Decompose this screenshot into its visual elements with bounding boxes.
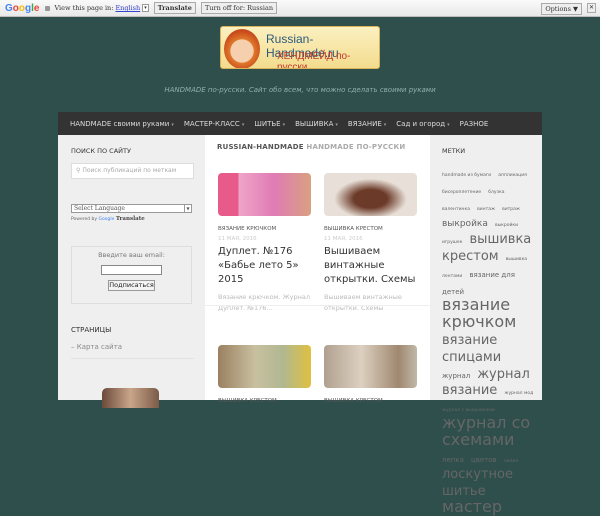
tag-link[interactable]: витраж — [502, 207, 520, 212]
site-tagline: HANDMADE по-русски. Сайт обо всем, что м… — [164, 86, 436, 94]
post-image[interactable] — [218, 345, 311, 388]
tag-link[interactable]: вязание спицами — [442, 333, 501, 365]
email-label: Введите ваш email: — [98, 251, 165, 259]
nav-item[interactable]: HANDMADE своими руками ▾ — [70, 120, 174, 128]
tag-link[interactable]: валентинка — [442, 207, 470, 212]
turn-off-button[interactable]: Turn off for: Russian — [200, 2, 278, 14]
options-button[interactable]: Options ▼ — [541, 3, 582, 15]
left-sidebar: ПОИСК ПО САЙТУ ⚲ Поиск публикаций по мет… — [58, 135, 205, 408]
nav-item-label: HANDMADE своими руками — [70, 119, 170, 128]
tag-link[interactable]: блузка — [488, 190, 504, 195]
chevron-down-icon: ▾ — [335, 121, 338, 128]
chevron-down-icon: ▾ — [447, 121, 450, 128]
doll-illustration — [224, 29, 260, 68]
nav-item[interactable]: ВЫШИВКА ▾ — [295, 120, 338, 128]
post-date: 11 МАЯ, 2016 — [218, 236, 257, 242]
post-category[interactable]: ВЫШИВКА КРЕСТОМ — [218, 398, 311, 404]
nav-item[interactable]: МАСТЕР-КЛАСС ▾ — [184, 120, 244, 128]
google-label: Google — [98, 217, 115, 222]
search-title: ПОИСК ПО САЙТУ — [71, 147, 131, 155]
translate-prompt: View this page in: — [54, 4, 114, 12]
post-category[interactable]: ВЫШИВКА КРЕСТОМ — [324, 398, 417, 404]
nav-item-label: РАЗНОЕ — [459, 119, 489, 128]
chevron-down-icon: ▼ — [184, 205, 191, 212]
chevron-down-icon: ▾ — [171, 121, 174, 128]
translate-button[interactable]: Translate — [153, 2, 196, 14]
post-image[interactable] — [324, 345, 417, 388]
language-dropdown-icon[interactable]: ▾ — [142, 4, 149, 12]
post-title[interactable]: Вышиваем винтажные открытки. Схемы — [324, 245, 417, 287]
nav-item-label: МАСТЕР-КЛАСС — [183, 119, 240, 128]
tag-link[interactable]: вязание крючком — [442, 295, 516, 331]
nav-item-label: ВЯЗАНИЕ — [347, 119, 382, 128]
post-date: 11 МАЯ, 2016 — [324, 236, 363, 242]
nav-item[interactable]: ВЯЗАНИЕ ▾ — [348, 120, 386, 128]
pages-title: СТРАНИЦЫ — [71, 326, 112, 334]
tag-cloud: handmade из бумаги аппликация бисероплет… — [442, 163, 538, 516]
sitemap-link[interactable]: – Карта сайта — [71, 343, 122, 351]
post-card[interactable]: ВЫШИВКА КРЕСТОМ — [218, 345, 311, 404]
language-link[interactable]: English — [115, 4, 140, 12]
search-placeholder: Поиск публикаций по меткам — [82, 167, 177, 174]
nav-item[interactable]: ШИТЬЕ ▾ — [254, 120, 285, 128]
chevron-down-icon: ▾ — [282, 121, 286, 128]
post-card[interactable]: ВЫШИВКА КРЕСТОМ 11 МАЯ, 2016 Вышиваем ви… — [324, 173, 417, 314]
tag-link[interactable]: журнал — [442, 372, 470, 380]
tag-link[interactable]: журнал мод — [504, 391, 533, 396]
tag-link[interactable]: журнал со схемами — [442, 413, 530, 449]
powered-by-label: Powered by — [71, 217, 98, 222]
page-subtitle: HANDMADE ПО-РУССКИ — [306, 143, 406, 151]
main-content: RUSSIAN-HANDMADE HANDMADE ПО-РУССКИ ВЯЗА… — [205, 135, 430, 404]
post-category[interactable]: ВЫШИВКА КРЕСТОМ — [324, 226, 417, 232]
lock-icon — [45, 5, 51, 11]
search-input[interactable]: ⚲ Поиск публикаций по меткам — [71, 163, 194, 179]
divider — [71, 358, 194, 359]
post-image[interactable] — [324, 173, 417, 216]
google-logo: Google — [5, 2, 40, 14]
page-title: RUSSIAN-HANDMADE HANDMADE ПО-РУССКИ — [217, 143, 405, 151]
site-logo[interactable]: Russian-Handmade.ru ХЕНДМЕЙД по-русски — [220, 26, 380, 69]
post-card[interactable]: ВЫШИВКА КРЕСТОМ — [324, 345, 417, 404]
translate-bar: Google View this page in: English ▾ Tran… — [0, 0, 600, 17]
post-excerpt: Вязание крючком. Журнал Дуплет. №176... — [218, 293, 311, 312]
tag-link[interactable]: цветов — [471, 456, 497, 464]
post-card[interactable]: ВЯЗАНИЕ КРЮЧКОМ 11 МАЯ, 2016 Дуплет. №17… — [218, 173, 311, 314]
post-image[interactable] — [218, 173, 311, 216]
tags-title: МЕТКИ — [442, 147, 466, 155]
powered-by: Powered by Google Translate — [71, 216, 145, 222]
chevron-down-icon: ▾ — [383, 121, 387, 128]
main-nav: HANDMADE своими руками ▾ МАСТЕР-КЛАСС ▾ ШИТЬ… — [58, 112, 542, 135]
tag-link[interactable]: лепка — [442, 456, 464, 464]
page-title-main: RUSSIAN-HANDMADE — [217, 143, 304, 151]
subscribe-button[interactable]: Подписаться — [108, 280, 155, 291]
language-select-value: Select Language — [74, 205, 125, 212]
post-category[interactable]: ВЯЗАНИЕ КРЮЧКОМ — [218, 226, 311, 232]
tag-link[interactable]: винтаж — [477, 207, 495, 212]
nav-item-label: ШИТЬЕ — [254, 119, 281, 128]
tag-link[interactable]: лоскутное шитье — [442, 467, 513, 499]
language-select[interactable]: Select Language ▼ — [71, 204, 192, 213]
tag-link[interactable]: мастер — [442, 497, 502, 516]
translate-label: Translate — [115, 216, 145, 222]
post-excerpt: Вышиваем винтажные открытки. Схемы — [324, 293, 402, 312]
tag-link[interactable]: handmade из бумаги — [442, 173, 491, 178]
nav-item-label: ВЫШИВКА — [295, 119, 334, 128]
divider — [205, 305, 430, 306]
tag-link[interactable]: бисероплетение — [442, 190, 481, 195]
nav-item[interactable]: Сад и огород ▾ — [396, 120, 449, 128]
email-field[interactable] — [101, 265, 162, 275]
tag-link[interactable]: выкройка — [442, 219, 488, 229]
tag-link[interactable]: лилия — [504, 459, 518, 464]
subscribe-box: Введите ваш email: Подписаться — [71, 246, 192, 304]
nav-item-label: Сад и огород — [396, 119, 446, 128]
chevron-down-icon: ▾ — [241, 121, 245, 128]
tag-link[interactable]: аппликация — [498, 173, 527, 178]
nav-item[interactable]: РАЗНОЕ — [460, 120, 489, 128]
author-photo — [102, 388, 159, 408]
close-icon[interactable]: ✕ — [587, 3, 596, 13]
post-title[interactable]: Дуплет. №176 «Бабье лето 5» 2015 — [218, 245, 311, 287]
right-sidebar: МЕТКИ handmade из бумаги аппликация бисе… — [430, 135, 542, 515]
logo-line2: ХЕНДМЕЙД по-русски — [277, 51, 351, 69]
